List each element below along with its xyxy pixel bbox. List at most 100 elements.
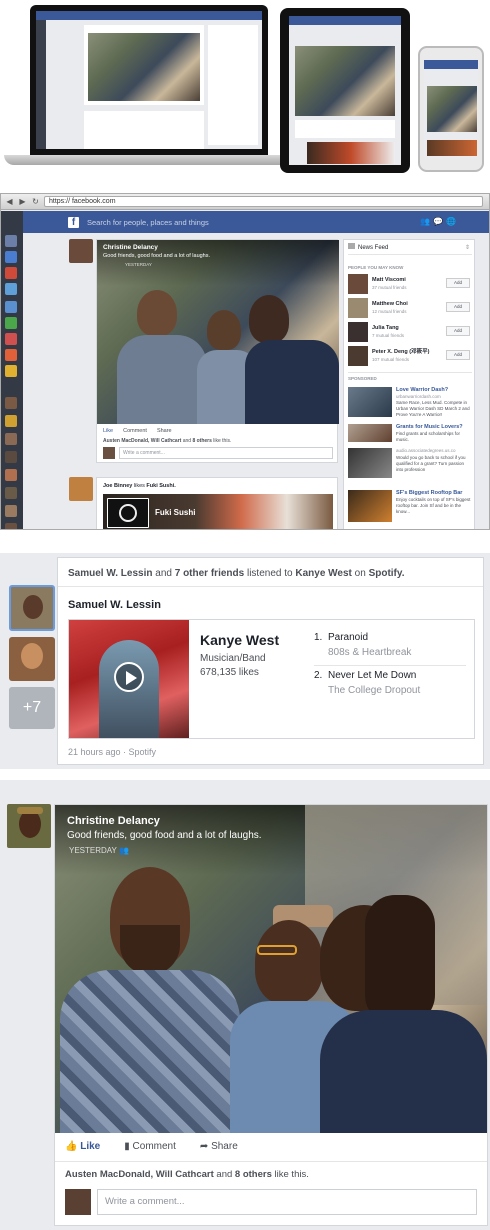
device-showcase [0, 0, 490, 180]
avatar[interactable] [348, 346, 368, 366]
comment-icon: ▮ [124, 1141, 130, 1152]
person-name[interactable]: Matt Viscomi [372, 277, 406, 284]
ad-title[interactable]: Grants for Music Lovers? [396, 424, 463, 431]
person-name[interactable]: Matthew Choi [372, 301, 408, 308]
reload-icon[interactable]: ↻ [31, 197, 40, 206]
author-avatar[interactable] [69, 239, 93, 263]
app-icon-2[interactable] [5, 317, 17, 329]
app-icon-5[interactable] [5, 365, 17, 377]
artist-name[interactable]: Kanye West [200, 632, 279, 648]
person-name[interactable]: Peter X. Deng (邓筱平) [372, 349, 429, 356]
friend-avatar-2[interactable] [5, 415, 17, 427]
likes-summary: Austen MacDonald, Will Cathcart and 8 ot… [103, 438, 232, 444]
friends-audience-icon[interactable]: 👥 [119, 846, 129, 855]
add-friend-button[interactable]: Add [446, 302, 470, 312]
artist-likes: 678,135 likes [200, 667, 259, 678]
friend-avatar-6[interactable] [5, 487, 17, 499]
comment-input[interactable]: Write a comment... [97, 1189, 477, 1215]
track-album: 808s & Heartbreak [328, 647, 412, 658]
mutual-friends[interactable]: 107 mutual friends [372, 357, 409, 363]
post2-header: Joe Binney likes Fuki Sushi. [103, 483, 176, 489]
person-row: Matthew Choi 12 mutual friends Add [348, 298, 472, 320]
add-friend-button[interactable]: Add [446, 350, 470, 360]
post-time[interactable]: YESTERDAY [69, 846, 117, 855]
friend-avatar-7[interactable] [5, 505, 17, 517]
track-item[interactable]: 2. Never Let Me Down The College Dropout [314, 670, 466, 704]
post-actions: Like Comment Share [103, 428, 172, 434]
post-author[interactable]: Christine Delancy [67, 815, 160, 827]
post-time[interactable]: YESTERDAY [125, 262, 152, 268]
friend-avatar-3[interactable] [5, 433, 17, 445]
events-icon[interactable] [5, 267, 17, 279]
track-list: 1. Paranoid 808s & Heartbreak 2. Never L… [314, 632, 466, 704]
story-timestamp[interactable]: 21 hours ago · Spotify [68, 747, 156, 757]
chevron-down-icon: ⇕ [464, 245, 470, 251]
comment-button[interactable]: ▮ Comment [124, 1141, 176, 1152]
mutual-friends[interactable]: 7 mutual friends [372, 333, 404, 339]
url-bar[interactable]: https:// facebook.com [44, 196, 483, 207]
share-button[interactable]: ➦ Share [200, 1141, 238, 1152]
post2-avatar[interactable] [69, 477, 93, 501]
sponsored-title: SPONSORED [348, 376, 377, 381]
avatar[interactable] [348, 298, 368, 318]
person-name[interactable]: Julia Tang [372, 325, 399, 332]
spotify-story: +7 Samuel W. Lessin and 7 other friends … [0, 553, 490, 769]
feed-icon [348, 243, 355, 249]
forward-icon[interactable]: ▶ [18, 197, 27, 206]
ad-item[interactable]: SF's Biggest Rooftop Bar Enjoy cocktails… [348, 490, 472, 526]
like-button[interactable]: 👍 Like [65, 1141, 100, 1152]
avatar[interactable] [9, 637, 55, 681]
friend-avatar-1[interactable] [5, 397, 17, 409]
laptop-feed-preview [36, 11, 262, 149]
share-icon: ➦ [199, 1141, 209, 1152]
post-text: Good friends, good food and a lot of lau… [103, 253, 211, 259]
ad-item[interactable]: Grants for Music Lovers? Find grants and… [348, 424, 472, 444]
add-friend-button[interactable]: Add [446, 278, 470, 288]
messages-icon[interactable] [5, 251, 17, 263]
share-button[interactable]: Share [157, 428, 172, 434]
post-author[interactable]: Christine Delancy [103, 244, 158, 251]
ad-image [348, 387, 392, 417]
ad-title[interactable]: Love Warrior Dash? [396, 387, 448, 394]
avatar[interactable] [9, 585, 55, 631]
mutual-friends[interactable]: 12 mutual friends [372, 309, 407, 315]
search-input[interactable]: Search for people, places and things [87, 218, 209, 227]
play-icon[interactable] [114, 662, 144, 692]
ad-body: Enjoy cocktails on top of SF's biggest r… [396, 497, 471, 514]
photos-icon[interactable] [5, 283, 17, 295]
music-attachment[interactable]: Kanye West Musician/Band 678,135 likes 1… [68, 619, 475, 739]
friend-avatar-4[interactable] [5, 451, 17, 463]
ad-item[interactable]: audio.associatedegrees.us.co Would you g… [348, 448, 472, 484]
comment-input[interactable]: Write a comment... [119, 447, 333, 459]
ad-item[interactable]: Love Warrior Dash? urbanwarriordash.com … [348, 387, 472, 423]
avatar[interactable] [348, 322, 368, 342]
ad-title[interactable]: SF's Biggest Rooftop Bar [396, 490, 462, 497]
track-item[interactable]: 1. Paranoid 808s & Heartbreak [314, 632, 466, 666]
comment-button[interactable]: Comment [123, 428, 147, 434]
author-avatar[interactable] [7, 804, 51, 848]
album-art[interactable] [69, 620, 189, 738]
back-icon[interactable]: ◀ [5, 197, 14, 206]
friend-avatar-8[interactable] [5, 523, 17, 529]
news-feed-selector[interactable]: News Feed ⇕ [348, 243, 472, 255]
facebook-logo-icon[interactable]: f [68, 216, 79, 228]
mutual-friends[interactable]: 37 mutual friends [372, 285, 407, 291]
more-friends-badge[interactable]: +7 [9, 687, 55, 729]
tablet-feed-preview [289, 16, 401, 165]
app-icon-3[interactable] [5, 333, 17, 345]
app-icon-4[interactable] [5, 349, 17, 361]
add-friend-button[interactable]: Add [446, 326, 470, 336]
news-feed-icon[interactable] [5, 235, 17, 247]
app-icon-1[interactable] [5, 301, 17, 313]
like-button[interactable]: Like [103, 428, 113, 434]
avatar[interactable] [348, 274, 368, 294]
user-name[interactable]: Samuel W. Lessin [68, 599, 161, 611]
commenter-avatar [103, 447, 115, 459]
big-photo-post: Christine Delancy Good friends, good foo… [0, 780, 490, 1230]
notification-icons[interactable]: 👥💬🌐 [420, 217, 459, 226]
fuki-sushi-banner[interactable]: Fuki Sushi [103, 494, 333, 529]
banner-title: Fuki Sushi [155, 508, 196, 517]
facebook-top-bar: f Search for people, places and things 👥… [23, 211, 489, 233]
friend-avatar-5[interactable] [5, 469, 17, 481]
commenter-avatar [65, 1189, 91, 1215]
